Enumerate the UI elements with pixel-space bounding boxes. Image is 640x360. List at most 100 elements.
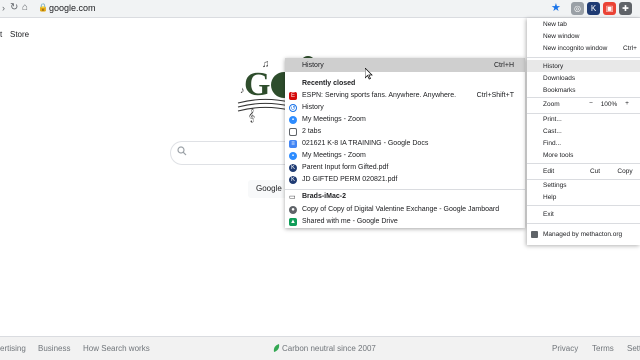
history-submenu-header[interactable]: History Ctrl+H [285, 58, 525, 72]
history-icon: ↺ [289, 104, 297, 112]
device-item-jamboard[interactable]: ● Copy of Copy of Digital Valentine Exch… [285, 204, 525, 216]
k-extension-icon[interactable]: K [587, 2, 600, 15]
recent-item-2-tabs[interactable]: 2 tabs [285, 126, 525, 138]
recent-item-label: History [302, 104, 324, 111]
puzzle-extension-icon[interactable]: ✚ [619, 2, 632, 15]
google-search-button[interactable]: Google [248, 180, 290, 198]
browser-toolbar: › ↻ ⌂ 🔒 google.com ★ ◎ K ▣ ✚ [0, 0, 640, 18]
menu-new-incognito[interactable]: New incognito window [543, 45, 607, 52]
about-link[interactable]: t [0, 30, 2, 39]
menu-divider [527, 163, 640, 164]
footer-carbon-link[interactable]: Carbon neutral since 2007 [282, 344, 376, 353]
search-icon [177, 146, 187, 156]
menu-divider [527, 205, 640, 206]
menu-exit[interactable]: Exit [543, 211, 554, 218]
tabs-icon [289, 128, 297, 136]
device-title: Brads-iMac-2 [302, 193, 346, 200]
lock-icon[interactable]: 🔒 [38, 3, 48, 12]
recent-item-history[interactable]: ↺ History [285, 102, 525, 114]
recent-item-jd-gifted[interactable]: K JD GIFTED PERM 020821.pdf [285, 174, 525, 186]
recent-item-label: JD GIFTED PERM 020821.pdf [302, 176, 398, 183]
footer-advertising-link[interactable]: ertising [0, 344, 26, 353]
menu-new-window[interactable]: New window [543, 33, 580, 40]
zoom-icon: ▪ [289, 152, 297, 160]
menu-bookmarks[interactable]: Bookmarks [543, 87, 576, 94]
footer-how-search-works-link[interactable]: How Search works [83, 344, 150, 353]
chrome-menu: New tab New window New incognito window … [527, 18, 640, 245]
menu-edit-label: Edit [543, 168, 555, 175]
k-icon: K [289, 176, 297, 184]
recent-item-label: ESPN: Serving sports fans. Anywhere. Any… [302, 92, 457, 99]
recently-closed-title: Recently closed [302, 80, 356, 87]
menu-divider [527, 113, 640, 114]
menu-find[interactable]: Find... [543, 140, 561, 147]
recent-item-label: My Meetings - Zoom [302, 152, 366, 159]
espn-icon: E [289, 92, 297, 100]
device-item-label: Shared with me - Google Drive [302, 218, 398, 225]
menu-zoom-label: Zoom [543, 101, 560, 108]
menu-history[interactable]: History [543, 63, 563, 70]
svg-text:𝄞: 𝄞 [248, 108, 255, 122]
history-shortcut: Ctrl+H [493, 62, 514, 69]
recent-item-espn[interactable]: E ESPN: Serving sports fans. Anywhere. A… [285, 90, 525, 102]
recent-item-zoom-1[interactable]: ▪ My Meetings - Zoom [285, 114, 525, 126]
recent-item-zoom-2[interactable]: ▪ My Meetings - Zoom [285, 150, 525, 162]
recent-item-label: Parent Input form Gifted.pdf [302, 164, 389, 171]
zoom-in-button[interactable]: + [621, 100, 633, 107]
footer-settings-link[interactable]: Sett [627, 344, 640, 353]
computer-icon: ▭ [289, 194, 296, 201]
menu-print[interactable]: Print... [543, 116, 562, 123]
submenu-divider [285, 189, 525, 190]
footer-privacy-link[interactable]: Privacy [552, 344, 578, 353]
menu-divider [527, 179, 640, 180]
menu-new-tab[interactable]: New tab [543, 21, 567, 28]
recent-item-label: 021621 K-8 IA TRAINING - Google Docs [302, 140, 429, 147]
copy-button[interactable]: Copy [613, 168, 637, 175]
search-input[interactable] [170, 141, 300, 165]
menu-divider [527, 57, 640, 58]
device-item-drive[interactable]: ▲ Shared with me - Google Drive [285, 216, 525, 228]
recent-item-google-docs[interactable]: ≡ 021621 K-8 IA TRAINING - Google Docs [285, 138, 525, 150]
screencast-extension-icon[interactable]: ▣ [603, 2, 616, 15]
menu-settings[interactable]: Settings [543, 182, 567, 189]
store-link[interactable]: Store [10, 30, 29, 39]
address-bar[interactable]: google.com [49, 3, 96, 13]
k-icon: K [289, 164, 297, 172]
leaf-icon [273, 344, 280, 352]
recent-item-label: 2 tabs [302, 128, 322, 135]
page-footer: ertising Business How Search works Carbo… [0, 336, 640, 360]
managed-by-label[interactable]: Managed by methacton.org [543, 231, 622, 238]
history-submenu: History Ctrl+H Recently closed E ESPN: S… [285, 58, 525, 228]
building-icon [531, 231, 538, 238]
menu-downloads[interactable]: Downloads [543, 75, 575, 82]
incognito-shortcut: Ctrl+ [623, 45, 637, 52]
zoom-level: 100% [600, 101, 618, 108]
cut-button[interactable]: Cut [583, 168, 607, 175]
svg-text:♫: ♫ [262, 59, 270, 70]
extension-icon[interactable]: ◎ [571, 2, 584, 15]
history-header-label: History [302, 62, 324, 69]
menu-help[interactable]: Help [543, 194, 556, 201]
recent-item-label: My Meetings - Zoom [302, 116, 366, 123]
reopen-shortcut: Ctrl+Shift+T [476, 92, 514, 99]
menu-cast[interactable]: Cast... [543, 128, 562, 135]
recent-item-parent-input[interactable]: K Parent Input form Gifted.pdf [285, 162, 525, 174]
device-item-label: Copy of Copy of Digital Valentine Exchan… [302, 206, 500, 213]
footer-business-link[interactable]: Business [38, 344, 70, 353]
home-icon[interactable]: ⌂ [22, 2, 28, 13]
bookmark-star-icon[interactable]: ★ [551, 1, 561, 14]
menu-more-tools[interactable]: More tools [543, 152, 573, 159]
zoom-out-button[interactable]: − [585, 100, 597, 107]
reload-icon[interactable]: ↻ [10, 2, 18, 13]
drive-icon: ▲ [289, 218, 297, 226]
zoom-icon: ▪ [289, 116, 297, 124]
footer-terms-link[interactable]: Terms [592, 344, 614, 353]
svg-text:G: G [244, 66, 270, 103]
docs-icon: ≡ [289, 140, 297, 148]
mouse-cursor-icon [365, 68, 373, 80]
forward-icon[interactable]: › [2, 3, 5, 13]
menu-divider [527, 97, 640, 98]
jamboard-icon: ● [289, 206, 297, 214]
svg-text:♪: ♪ [240, 85, 245, 95]
menu-divider [527, 223, 640, 224]
